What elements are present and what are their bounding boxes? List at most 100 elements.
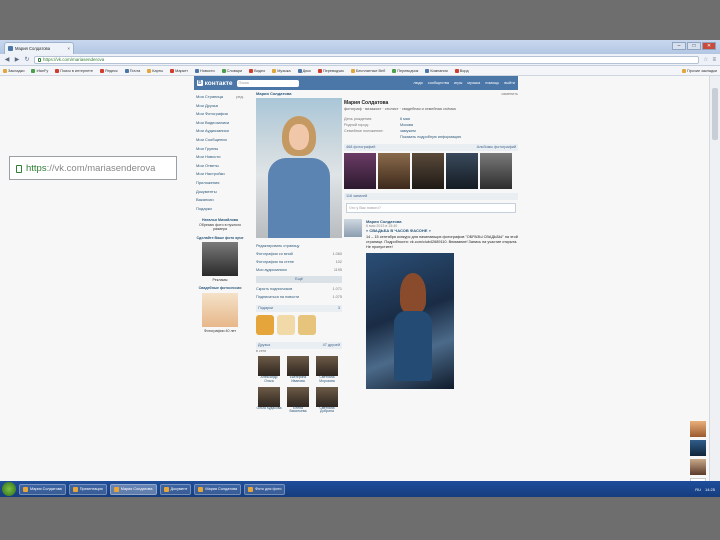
left-menu-item[interactable]: Мои Друзья: [196, 103, 244, 112]
bookmark-item[interactable]: Переводчик: [317, 68, 344, 73]
photo-thumb[interactable]: [480, 153, 512, 189]
ad-block[interactable]: Свадебные фотосессии Фотографии 40 лет: [196, 286, 244, 333]
bookmark-item[interactable]: Яндекс: [99, 68, 118, 73]
browser-tab[interactable]: Мария Солдатова ×: [4, 42, 74, 54]
bookmark-item[interactable]: Музыка: [272, 68, 291, 73]
friend-card[interactable]: Елена Васильева: [285, 386, 311, 415]
profile-link[interactable]: Подписаться на новости 1.075: [256, 293, 342, 301]
left-menu-item[interactable]: Мои Ответы: [196, 163, 244, 172]
bookmark-item[interactable]: Словари: [221, 68, 242, 73]
bookmark-item[interactable]: Видео: [249, 68, 265, 73]
gift-image[interactable]: [277, 315, 295, 335]
bookmark-item[interactable]: Переводчик: [392, 68, 418, 73]
bookmark-item[interactable]: Маркет: [170, 68, 188, 73]
top-link[interactable]: сообщества: [428, 81, 449, 85]
left-menu-item[interactable]: Мои Настройки: [196, 171, 244, 180]
taskbar-item[interactable]: Презентация: [68, 483, 107, 495]
wall-header[interactable]: 116 записей: [344, 193, 518, 200]
bookmark-item[interactable]: Компания: [425, 68, 448, 73]
address-bar[interactable]: https://vk.com/mariasenderova: [34, 55, 700, 64]
reload-icon[interactable]: ↻: [24, 56, 30, 63]
bookmark-item[interactable]: Новости: [194, 68, 215, 73]
friend-card[interactable]: Екатерина Иванова: [285, 356, 311, 384]
ad-block[interactable]: Сделайте Ваше фото ярче Рекламы: [196, 236, 244, 283]
profile-action[interactable]: Фотографии со мной 1.060: [256, 250, 342, 258]
page-scrollbar[interactable]: [709, 76, 720, 481]
top-link[interactable]: выйти: [504, 81, 515, 85]
left-menu-item[interactable]: Приложения: [196, 180, 244, 189]
forward-arrow-icon[interactable]: ▶: [14, 56, 20, 63]
bookmark-item[interactable]: Почта: [124, 68, 140, 73]
vk-logo[interactable]: Вконтакте: [197, 80, 233, 87]
left-menu-item[interactable]: Мои Группы: [196, 146, 244, 155]
profile-link[interactable]: Скрыть подписчиков 1.071: [256, 285, 342, 293]
left-menu-item[interactable]: Мои Сообщения: [196, 137, 244, 146]
top-link[interactable]: музыка: [467, 81, 480, 85]
bookmark-item[interactable]: Ворд: [454, 68, 469, 73]
left-menu-item[interactable]: Вакансии: [196, 197, 244, 206]
left-menu-item[interactable]: Моя Страница ред.: [196, 94, 244, 103]
bookmark-item[interactable]: Диск: [297, 68, 311, 73]
gift-image[interactable]: [256, 315, 274, 335]
top-link[interactable]: помощь: [485, 81, 499, 85]
preview-thumb[interactable]: [690, 459, 706, 475]
preview-thumb[interactable]: [690, 440, 706, 456]
friend-card[interactable]: Светлана Морозова: [314, 356, 340, 384]
profile-action[interactable]: Редактировать страницу: [256, 242, 342, 250]
maximize-button[interactable]: □: [687, 42, 701, 50]
post-author-avatar[interactable]: [344, 219, 362, 237]
gifts-header[interactable]: Подарки 3: [256, 305, 342, 312]
photo-thumb[interactable]: [344, 153, 376, 189]
start-button[interactable]: [2, 482, 16, 496]
left-menu-item[interactable]: Мои Аудиозаписи: [196, 128, 244, 137]
photo-thumb[interactable]: [412, 153, 444, 189]
other-bookmarks[interactable]: Прочие закладки: [681, 68, 717, 73]
clock[interactable]: 14:25: [705, 487, 715, 492]
wall-post-input[interactable]: Что у Вас нового?: [346, 203, 516, 213]
left-menu-item[interactable]: Подарки: [196, 206, 244, 215]
profile-action[interactable]: Фотографии на стене 102: [256, 258, 342, 266]
language-indicator[interactable]: RU: [695, 487, 701, 492]
profile-action[interactable]: Мои аудиозаписи 1195: [256, 266, 342, 274]
back-arrow-icon[interactable]: ◀: [4, 56, 10, 63]
photo-thumb[interactable]: [446, 153, 478, 189]
bookmark-item[interactable]: Бесплатные Веб: [350, 68, 385, 73]
friend-card[interactable]: Александр Ольга: [256, 356, 282, 384]
taskbar-item[interactable]: Мария Солдатова: [19, 483, 66, 495]
menu-wrench-icon[interactable]: ≡: [712, 57, 716, 63]
friend-card[interactable]: Светлана Добрина: [314, 386, 340, 415]
top-link[interactable]: игры: [454, 81, 462, 85]
taskbar-item[interactable]: Мария Солдатова: [194, 483, 242, 495]
vk-search-input[interactable]: Поиск: [236, 79, 299, 87]
photo-thumb[interactable]: [378, 153, 410, 189]
bookmark-item[interactable]: Карты: [147, 68, 163, 73]
left-menu-item[interactable]: Мои Новости: [196, 154, 244, 163]
left-menu-item[interactable]: Мои Фотографии: [196, 111, 244, 120]
taskbar-item[interactable]: Фото для фото: [244, 483, 286, 495]
top-link[interactable]: люди: [413, 81, 422, 85]
bookmark-star-icon[interactable]: ☆: [703, 56, 708, 63]
more-button[interactable]: Ещё: [256, 276, 342, 283]
scroll-thumb[interactable]: [712, 88, 718, 140]
bookmark-item[interactable]: IrfanFy: [31, 68, 48, 73]
friend-card[interactable]: Ольга Кудасова: [256, 386, 282, 415]
edit-link[interactable]: изменить: [501, 92, 518, 96]
bookmark-item[interactable]: Закладки: [3, 68, 24, 73]
info-more[interactable]: Показать подробную информацию: [344, 134, 518, 140]
profile-avatar[interactable]: [256, 98, 342, 238]
ad-block[interactable]: Наталья Михайлова Обрезаю фото в нужного…: [196, 218, 244, 231]
taskbar-item[interactable]: Мария Солдатова: [109, 483, 157, 495]
friends-header[interactable]: Друзья 47 друзей: [256, 342, 342, 349]
bookmark-item[interactable]: Поиск в интернете: [55, 68, 93, 73]
gift-image[interactable]: [298, 315, 316, 335]
left-menu-item[interactable]: Документы: [196, 189, 244, 198]
preview-thumb[interactable]: [690, 421, 706, 437]
profile-status[interactable]: фотограф · визажист · стилист · свадебна…: [344, 107, 518, 111]
minimize-button[interactable]: –: [672, 42, 686, 50]
post-image[interactable]: [366, 253, 454, 389]
taskbar-item[interactable]: Документ: [159, 483, 192, 495]
close-button[interactable]: ✕: [702, 42, 716, 50]
photos-header[interactable]: 468 фотографий Альбомы фотографий: [344, 144, 518, 151]
left-menu-item[interactable]: Мои Видеозаписи: [196, 120, 244, 129]
tab-close-icon[interactable]: ×: [67, 46, 70, 51]
